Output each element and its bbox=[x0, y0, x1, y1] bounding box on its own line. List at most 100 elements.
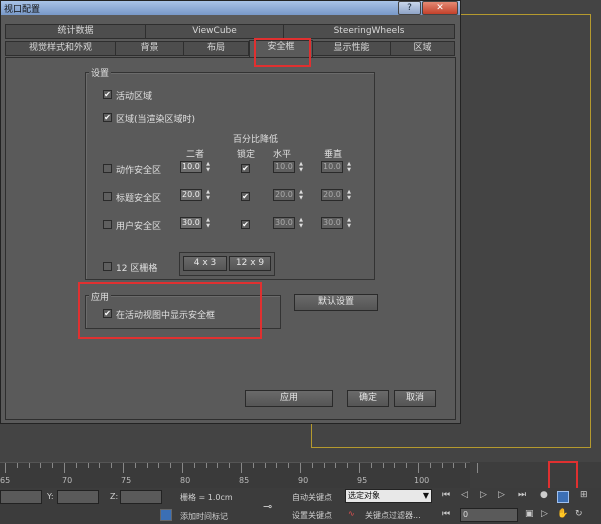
timeline-tick bbox=[40, 463, 42, 468]
play-icon[interactable]: ▷ bbox=[480, 490, 487, 500]
go-to-start-icon[interactable]: ⏮ bbox=[442, 490, 450, 500]
percent-reduction-header: 百分比降低 bbox=[233, 135, 279, 145]
current-frame-field[interactable]: 0 bbox=[460, 508, 518, 522]
cancel-button[interactable]: 取消 bbox=[394, 390, 436, 407]
user-safe-checkbox[interactable] bbox=[103, 220, 112, 229]
action-safe-label: 动作安全区 bbox=[116, 166, 162, 176]
zoom-extents-icon[interactable]: ⊞ bbox=[580, 490, 588, 500]
time-config-icon[interactable]: ▣ bbox=[525, 509, 534, 519]
tab-visual-style[interactable]: 视觉样式和外观 bbox=[5, 41, 116, 56]
grid12-checkbox[interactable] bbox=[103, 262, 112, 271]
timeline-tick bbox=[453, 463, 455, 468]
key-icon[interactable]: ⊸ bbox=[263, 500, 272, 513]
tab-layout[interactable]: 布局 bbox=[183, 41, 249, 56]
tab-background[interactable]: 背景 bbox=[115, 41, 184, 56]
live-area-checkbox[interactable]: ✔ bbox=[103, 90, 112, 99]
timeline-tick bbox=[182, 463, 183, 473]
key-filters-button[interactable]: 关键点过滤器... bbox=[365, 510, 421, 521]
action-safe-both-input[interactable]: 10.0 bbox=[180, 161, 202, 173]
playback-icon[interactable]: ▷ bbox=[541, 509, 548, 519]
grid-4x3-button[interactable]: 4 x 3 bbox=[183, 256, 227, 271]
timeline-tick bbox=[123, 463, 124, 473]
title-safe-checkbox[interactable] bbox=[103, 192, 112, 201]
grid-12x9-button[interactable]: 12 x 9 bbox=[229, 256, 271, 271]
action-safe-lock-checkbox[interactable]: ✔ bbox=[241, 164, 250, 173]
timeline-tick bbox=[205, 463, 207, 468]
tab-display-performance[interactable]: 显示性能 bbox=[312, 41, 391, 56]
action-safe-vertical-input[interactable]: 10.0 bbox=[321, 161, 343, 173]
tab-highlight-box bbox=[254, 38, 311, 67]
tab-viewcube[interactable]: ViewCube bbox=[145, 24, 284, 39]
z-coordinate-field[interactable] bbox=[120, 490, 162, 504]
ok-button[interactable]: 确定 bbox=[347, 390, 389, 407]
key-mode-icon[interactable]: ● bbox=[540, 490, 548, 500]
timeline-tick bbox=[311, 463, 313, 468]
settings-group bbox=[85, 72, 375, 280]
key-mode-dropdown[interactable]: 选定对象 ▼ bbox=[345, 489, 432, 503]
action-safe-horizontal-spinner[interactable]: ▲ ▼ bbox=[297, 161, 305, 173]
title-safe-vertical-input[interactable]: 20.0 bbox=[321, 189, 343, 201]
viewport-grid-icon[interactable] bbox=[557, 491, 569, 503]
add-time-tag-label[interactable]: 添加时间标记 bbox=[180, 511, 228, 522]
timeline-tick bbox=[28, 463, 30, 468]
title-safe-lock-checkbox[interactable]: ✔ bbox=[241, 192, 250, 201]
go-to-end-icon[interactable]: ⏭ bbox=[518, 490, 526, 500]
timeline-tick bbox=[193, 463, 195, 468]
time-tag-icon[interactable] bbox=[160, 509, 172, 521]
timeline-tick bbox=[418, 463, 419, 473]
user-safe-lock-checkbox[interactable]: ✔ bbox=[241, 220, 250, 229]
timeline-ruler[interactable]: 65 70 75 80 85 90 95 100 bbox=[0, 462, 478, 488]
dialog-title: 视口配置 bbox=[4, 5, 41, 15]
close-button[interactable]: ✕ bbox=[422, 1, 458, 15]
apply-button[interactable]: 应用 bbox=[245, 390, 333, 407]
region-checkbox[interactable]: ✔ bbox=[103, 113, 112, 122]
col-vertical-header: 垂直 bbox=[324, 150, 343, 160]
live-area-label: 活动区域 bbox=[116, 92, 153, 102]
col-horizontal-header: 水平 bbox=[273, 150, 292, 160]
user-safe-both-input[interactable]: 30.0 bbox=[180, 217, 202, 229]
user-safe-both-spinner[interactable]: ▲ ▼ bbox=[204, 217, 212, 229]
pan-hand-icon[interactable]: ✋ bbox=[557, 509, 568, 519]
auto-key-button[interactable]: 自动关键点 bbox=[292, 492, 332, 503]
region-label: 区域(当渲染区域时) bbox=[116, 115, 196, 125]
timeline-tick bbox=[217, 463, 219, 468]
tab-steeringwheels[interactable]: SteeringWheels bbox=[283, 24, 455, 39]
timeline-tick-label: 90 bbox=[298, 476, 309, 485]
title-safe-vertical-spinner[interactable]: ▲ ▼ bbox=[345, 189, 353, 201]
title-safe-both-spinner[interactable]: ▲ ▼ bbox=[204, 189, 212, 201]
user-safe-vertical-spinner[interactable]: ▲ ▼ bbox=[345, 217, 353, 229]
action-safe-both-spinner[interactable]: ▲ ▼ bbox=[204, 161, 212, 173]
title-safe-both-input[interactable]: 20.0 bbox=[180, 189, 202, 201]
frame-step-icon[interactable]: ⏮ bbox=[442, 509, 450, 519]
timeline-tick-label: 65 bbox=[0, 476, 11, 485]
y-coordinate-field[interactable] bbox=[57, 490, 99, 504]
user-safe-horizontal-input[interactable]: 30.0 bbox=[273, 217, 295, 229]
next-frame-icon[interactable]: ▷ bbox=[498, 490, 505, 500]
title-safe-horizontal-input[interactable]: 20.0 bbox=[273, 189, 295, 201]
dialog-title-bar[interactable]: 视口配置 ? ✕ bbox=[1, 1, 460, 15]
z-label: Z: bbox=[110, 492, 119, 501]
timeline-tick bbox=[465, 463, 467, 468]
previous-frame-icon[interactable]: ◁ bbox=[461, 490, 468, 500]
set-key-button[interactable]: 设置关键点 bbox=[292, 510, 332, 521]
timeline-tick-label: 75 bbox=[121, 476, 132, 485]
default-settings-button[interactable]: 默认设置 bbox=[294, 294, 378, 311]
action-safe-vertical-spinner[interactable]: ▲ ▼ bbox=[345, 161, 353, 173]
title-safe-horizontal-spinner[interactable]: ▲ ▼ bbox=[297, 189, 305, 201]
action-safe-checkbox[interactable] bbox=[103, 164, 112, 173]
user-safe-label: 用户安全区 bbox=[116, 222, 162, 232]
tab-regions[interactable]: 区域 bbox=[390, 41, 455, 56]
timeline-tick-label: 80 bbox=[180, 476, 191, 485]
help-button[interactable]: ? bbox=[398, 1, 421, 15]
timeline-tick-label: 85 bbox=[239, 476, 250, 485]
timeline-tick bbox=[158, 463, 160, 468]
tab-statistics[interactable]: 统计数据 bbox=[5, 24, 146, 39]
x-coordinate-field[interactable] bbox=[0, 490, 42, 504]
user-safe-vertical-input[interactable]: 30.0 bbox=[321, 217, 343, 229]
action-safe-horizontal-input[interactable]: 10.0 bbox=[273, 161, 295, 173]
timeline-tick bbox=[64, 463, 65, 473]
user-safe-horizontal-spinner[interactable]: ▲ ▼ bbox=[297, 217, 305, 229]
orbit-icon[interactable]: ↻ bbox=[575, 509, 583, 519]
viewport-configuration-dialog: 视口配置 ? ✕ 统计数据 ViewCube SteeringWheels 视觉… bbox=[0, 0, 461, 424]
col-both-header: 二者 bbox=[186, 150, 205, 160]
